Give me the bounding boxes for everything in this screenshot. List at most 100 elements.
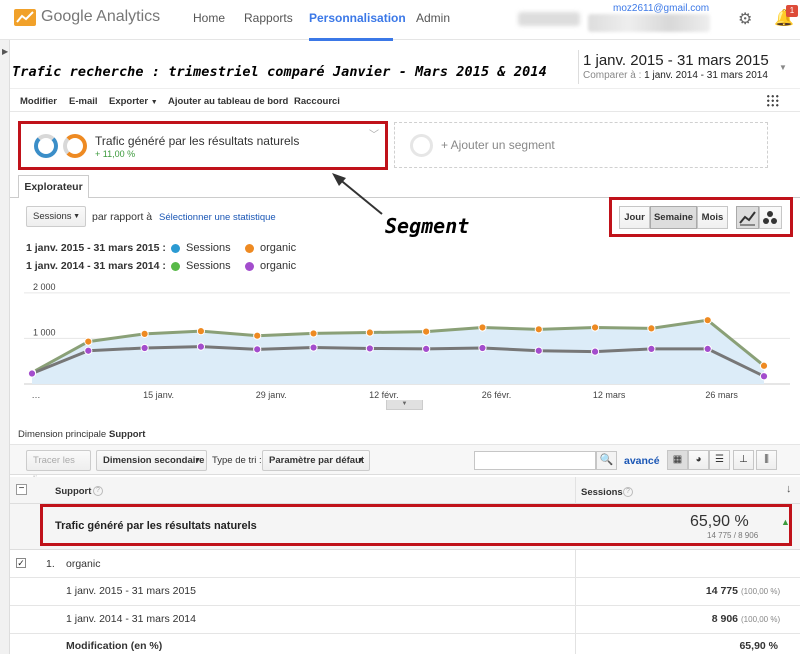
- chevron-down-icon: ▼: [73, 213, 80, 220]
- expand-sidebar-icon[interactable]: ▶: [2, 47, 8, 56]
- performance-view-icon[interactable]: ☰: [709, 450, 730, 470]
- add-segment-label: + Ajouter un segment: [441, 138, 555, 152]
- table-view-icon[interactable]: ▦: [667, 450, 688, 470]
- segment-donut-orange-icon: [63, 134, 87, 158]
- row-index: 1.: [46, 558, 55, 570]
- tab-explorer[interactable]: Explorateur: [18, 175, 89, 198]
- chevron-down-icon[interactable]: ﹀: [369, 126, 379, 141]
- pivot-view-icon[interactable]: ⫼: [756, 450, 777, 470]
- account-selector[interactable]: [588, 14, 710, 32]
- secondary-dimension-label: Dimension secondaire: [103, 455, 205, 466]
- chevron-down-icon: ▼: [150, 99, 158, 106]
- gear-icon[interactable]: ⚙: [738, 9, 752, 29]
- data-point: [309, 343, 318, 352]
- date-dropdown-icon[interactable]: ▼: [779, 63, 787, 72]
- line-chart-icon[interactable]: [736, 206, 759, 229]
- x-tick-label: 26 févr.: [482, 390, 512, 400]
- collapse-toggle[interactable]: −: [16, 484, 27, 495]
- nav-home[interactable]: Home: [193, 11, 225, 25]
- edit-button[interactable]: Modifier: [20, 96, 57, 107]
- column-support-header[interactable]: Support: [55, 486, 91, 497]
- data-point: [196, 327, 206, 336]
- total-value: 65,90 %: [690, 513, 749, 530]
- legend-dot-organic-2015: [245, 244, 254, 253]
- segment-name: Trafic généré par les résultats naturels: [95, 134, 300, 148]
- metric-select[interactable]: Sessions ▼: [26, 206, 86, 227]
- grid-menu-icon[interactable]: [766, 94, 780, 108]
- shortcut-button[interactable]: Raccourci: [294, 96, 340, 107]
- data-point: [422, 327, 431, 336]
- row-checkbox[interactable]: ✓: [16, 558, 26, 568]
- account-email[interactable]: moz2611@gmail.com: [613, 3, 709, 14]
- legend-organic-2015: organic: [260, 242, 297, 254]
- sort-down-icon[interactable]: ↓: [786, 483, 792, 495]
- table-search-input[interactable]: [474, 451, 596, 470]
- data-point: [590, 323, 600, 332]
- data-point: [534, 346, 543, 355]
- subrow-percent: (100,00 %): [741, 587, 781, 596]
- advanced-filter-link[interactable]: avancé: [624, 455, 660, 467]
- annotation-arrow-icon: [332, 173, 383, 215]
- notification-badge: 1: [786, 5, 798, 17]
- compare-range[interactable]: Comparer à : 1 janv. 2014 - 31 mars 2014: [583, 70, 768, 81]
- sort-type-label: Type de tri :: [212, 455, 262, 466]
- column-sessions-label: Sessions: [581, 487, 623, 498]
- plot-rows-button[interactable]: Tracer les lignes: [26, 450, 91, 485]
- data-point: [140, 343, 149, 353]
- data-point: [253, 345, 262, 354]
- export-button[interactable]: Exporter ▼: [109, 96, 158, 107]
- comparison-view-icon[interactable]: ⊥: [733, 450, 754, 470]
- x-tick-label: 29 janv.: [256, 390, 287, 400]
- data-point: [253, 331, 262, 340]
- data-point: [365, 344, 374, 353]
- primary-dimension-label: Dimension principale :: [18, 429, 112, 440]
- report-title: Trafic recherche : trimestriel comparé J…: [12, 64, 547, 80]
- period-month-button[interactable]: Mois: [697, 206, 728, 229]
- compare-dates: 1 janv. 2014 - 31 mars 2014: [644, 70, 768, 81]
- period-week-button[interactable]: Semaine: [650, 206, 697, 229]
- column-sessions-header[interactable]: Sessions: [581, 487, 623, 498]
- help-icon[interactable]: ?: [623, 487, 633, 497]
- sort-type-select[interactable]: Paramètre par défaut ▼: [262, 450, 370, 471]
- analytics-logo-icon[interactable]: [14, 9, 36, 26]
- nav-reports[interactable]: Rapports: [244, 11, 293, 25]
- data-point: [84, 337, 93, 346]
- up-arrow-icon: ▲: [781, 517, 790, 527]
- data-point: [478, 343, 487, 353]
- change-value: 65,90 %: [739, 640, 778, 652]
- period-day-button[interactable]: Jour: [619, 206, 650, 229]
- subrow-value: 14 775: [705, 585, 738, 597]
- legend-sessions-2015: Sessions: [186, 242, 231, 254]
- data-point: [534, 325, 543, 334]
- select-statistic-link[interactable]: Sélectionner une statistique: [159, 212, 276, 223]
- chevron-down-icon: ▼: [357, 457, 364, 464]
- help-icon[interactable]: ?: [93, 486, 103, 496]
- subrow-label: 1 janv. 2014 - 31 mars 2014: [66, 613, 196, 625]
- sessions-line-chart[interactable]: 2 000 1 000 … 15 janv. 29 janv. 12 févr. 26 fé…: [24, 280, 790, 406]
- search-icon[interactable]: 🔍: [596, 451, 617, 470]
- chart-resize-handle[interactable]: ▼: [386, 400, 423, 410]
- data-point: [27, 369, 37, 378]
- primary-dimension-value[interactable]: Support: [109, 429, 145, 440]
- nav-customization[interactable]: Personnalisation: [309, 11, 406, 25]
- data-point: [703, 344, 712, 354]
- row-name[interactable]: organic: [66, 558, 100, 570]
- legend-organic-2014: organic: [260, 260, 297, 272]
- left-sidebar-collapsed[interactable]: [0, 40, 10, 654]
- app-name[interactable]: Google Analytics: [41, 8, 160, 26]
- secondary-dimension-select[interactable]: Dimension secondaire ▼: [96, 450, 207, 471]
- email-button[interactable]: E-mail: [69, 96, 98, 107]
- y-tick-label: 2 000: [33, 282, 56, 292]
- date-range[interactable]: 1 janv. 2015 - 31 mars 2015: [583, 52, 769, 69]
- add-to-dashboard-button[interactable]: Ajouter au tableau de bord: [168, 96, 288, 107]
- data-point: [478, 323, 487, 332]
- x-tick-label: 12 févr.: [369, 390, 399, 400]
- versus-label: par rapport à: [92, 211, 153, 223]
- motion-chart-icon[interactable]: [759, 206, 782, 229]
- pie-view-icon[interactable]: ◕: [688, 450, 709, 470]
- x-tick-label: 12 mars: [593, 390, 626, 400]
- nav-admin[interactable]: Admin: [416, 11, 450, 25]
- total-subvalues: 14 775 / 8 906: [707, 531, 759, 540]
- segment-delta: + 11,00 %: [95, 149, 136, 159]
- data-point: [647, 324, 656, 333]
